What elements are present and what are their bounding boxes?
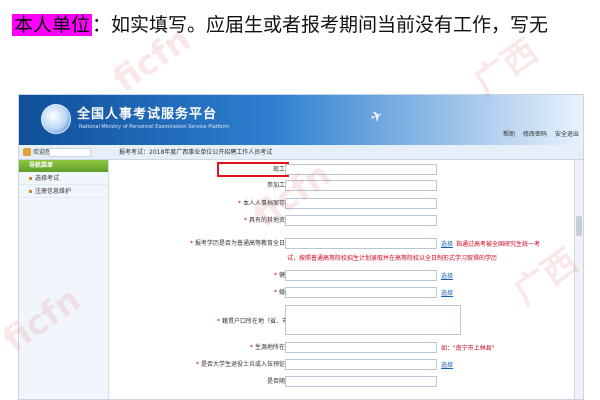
veteran-input[interactable] [285, 359, 437, 370]
instruction-body: ：如实填写。应届生或者报考期间当前没有工作，写无 [92, 14, 549, 36]
logout-link[interactable]: 安全退出 [555, 129, 579, 138]
highlight-label: 本人单位 [12, 14, 93, 36]
select-link-veteran[interactable]: 选择 [441, 360, 453, 369]
globe-logo-icon [41, 104, 71, 134]
label-marital: *婚姻状况： [273, 289, 309, 296]
education-note-2: 试，按照普通高等院校招生计划录取并在高等院校以全日制形式学习取得的学历 [287, 255, 498, 262]
label-work-start: 参加工作时间： [111, 181, 309, 190]
site-banner: 全国人事考试服务平台 National Ministry of Personne… [19, 95, 583, 145]
sidebar-item-select-exam[interactable]: 选择考试 [19, 172, 108, 185]
label-health: *健康状况： [273, 272, 309, 279]
work-start-input[interactable] [285, 180, 437, 191]
label-hometown: * 籍贯户口所在地（省、市、县）： [216, 318, 309, 325]
help-link[interactable]: 帮助 [503, 129, 515, 138]
site-title: 全国人事考试服务平台 [77, 107, 218, 122]
sidebar-header: 导航菜单 [19, 160, 108, 172]
sidebar-item-registration[interactable]: 注册信息维护 [19, 185, 108, 198]
select-link-health[interactable]: 选择 [441, 271, 453, 280]
health-input[interactable] [285, 270, 437, 281]
site-subtitle: National Ministry of Personnel Examinati… [79, 124, 230, 130]
registration-form: 现工作单位： 参加工作时间： *本人人事档案存放单位： *具有的其他资格条件： … [111, 161, 575, 399]
label-other-qualifications: * 具有的其他资格条件： [243, 217, 309, 224]
other-qualifications-input[interactable] [285, 215, 437, 226]
user-icon [23, 148, 31, 156]
top-links: 帮助 修改密码 安全退出 [503, 129, 579, 138]
scrollbar-thumb[interactable] [576, 216, 582, 236]
origin-city-input[interactable] [285, 342, 437, 353]
military-family-input[interactable] [285, 376, 437, 387]
select-link-marital[interactable]: 选择 [441, 288, 453, 297]
label-military-family: 是否随军家属： [111, 377, 309, 386]
education-note-1: 指通过高考被全国研究生统一考 [456, 241, 541, 248]
current-employer-input[interactable] [285, 164, 437, 175]
bullet-icon [29, 190, 32, 193]
label-origin-city: * 生源地所在市、县： [249, 344, 309, 351]
origin-city-note: 如："南宁市上林县" [441, 345, 495, 352]
label-archive-unit: * 本人人事档案存放单位： [237, 200, 309, 207]
select-link-education[interactable]: 选择 [441, 239, 453, 248]
scrollbar[interactable] [574, 160, 583, 399]
sidebar-item-label: 选择考试 [35, 175, 60, 182]
fulltime-education-input[interactable] [285, 238, 437, 249]
change-password-link[interactable]: 修改密码 [523, 129, 547, 138]
exam-path: 报考考试：2018年度广西事业单位公开招聘工作人员考试 [119, 149, 273, 156]
bullet-icon [29, 177, 32, 180]
archive-unit-input[interactable] [285, 198, 437, 209]
instruction-text: 本人单位 ：如实填写。应届生或者报考期间当前没有工作，写无 [12, 6, 592, 44]
sidebar-item-label: 注册信息维护 [35, 188, 72, 195]
hometown-textarea[interactable] [285, 305, 461, 335]
username-box [49, 148, 91, 157]
airplane-icon: ✈ [368, 107, 386, 127]
screenshot-frame: 全国人事考试服务平台 National Ministry of Personne… [18, 94, 584, 400]
marital-input[interactable] [285, 287, 437, 298]
label-current-employer: 现工作单位： [111, 165, 309, 174]
breadcrumb: 欢迎您： 报考考试：2018年度广西事业单位公开招聘工作人员考试 [19, 145, 583, 160]
label-veteran: * 是否大学生退役士兵或入伍预征大学生： [195, 361, 309, 368]
sidebar: 导航菜单 选择考试 注册信息维护 [19, 160, 109, 399]
label-fulltime-education: * 报考学历是否为普通高等教育全日制学历： [189, 240, 309, 247]
